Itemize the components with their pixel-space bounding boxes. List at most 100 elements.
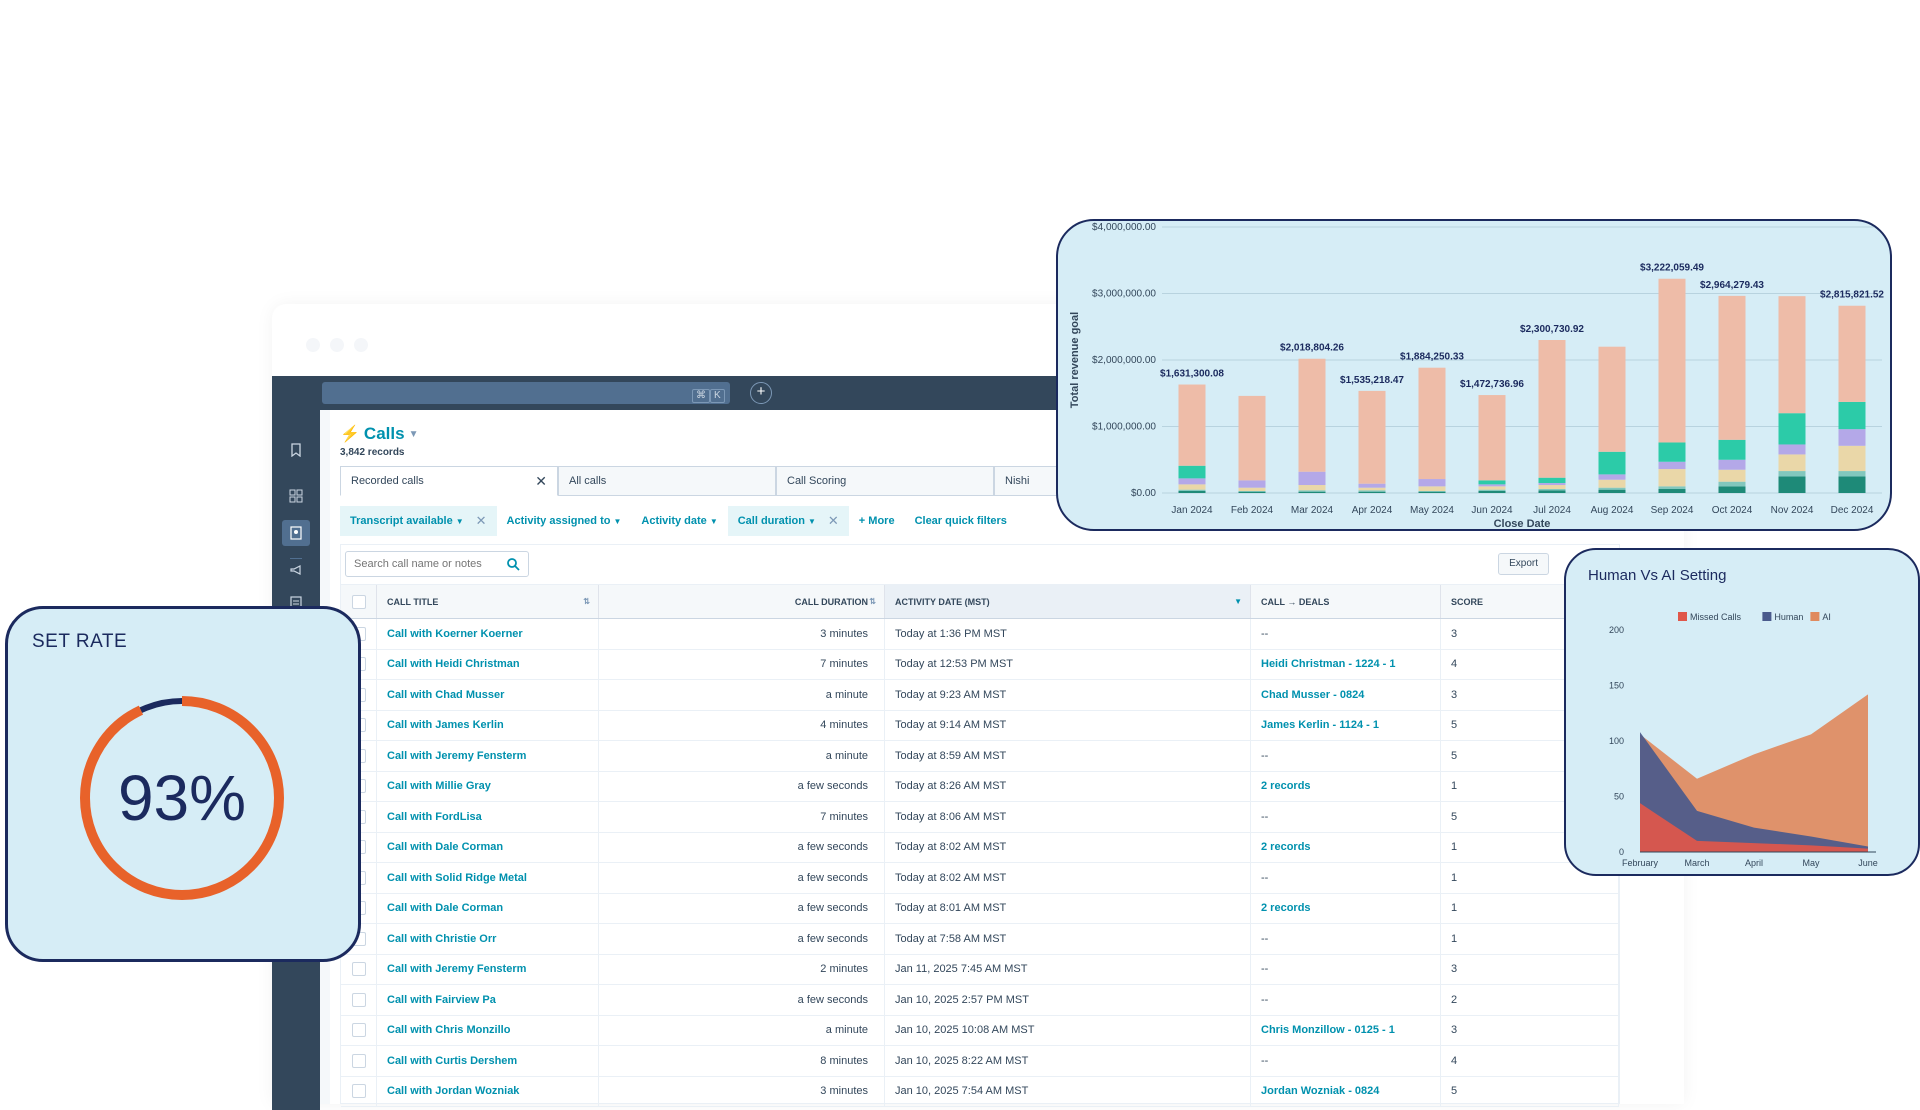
call-title-link[interactable]: Call with James Kerlin	[387, 719, 504, 731]
megaphone-icon[interactable]	[286, 560, 306, 580]
export-button[interactable]: Export	[1498, 553, 1549, 575]
bar-segment[interactable]	[1418, 486, 1446, 492]
remove-filter-icon[interactable]: ✕	[828, 513, 839, 529]
window-zoom-dot[interactable]	[354, 338, 368, 352]
bar-segment[interactable]	[1178, 489, 1206, 492]
search-icon[interactable]	[506, 557, 520, 571]
bar-segment[interactable]	[1598, 474, 1626, 480]
bar-segment[interactable]	[1538, 485, 1566, 490]
deal-link[interactable]: Heidi Christman - 1224 - 1	[1261, 658, 1396, 670]
bar-segment[interactable]	[1178, 465, 1206, 479]
tab-recorded-calls[interactable]: Recorded calls ✕	[340, 466, 558, 496]
call-title-link[interactable]: Call with Dale Corman	[387, 841, 503, 853]
bar-segment[interactable]	[1238, 487, 1266, 492]
remove-filter-icon[interactable]: ✕	[476, 513, 487, 529]
call-title-link[interactable]: Call with Fairview Pa	[387, 994, 496, 1006]
bar-segment[interactable]	[1478, 491, 1506, 493]
call-title-link[interactable]: Call with Chris Monzillo	[387, 1024, 510, 1036]
table-row[interactable]: Call with Christie Orr a few seconds Today…	[341, 924, 1619, 955]
bar-segment[interactable]	[1418, 491, 1446, 493]
clear-quick-filters-button[interactable]: Clear quick filters	[905, 506, 1017, 536]
search-input[interactable]	[346, 552, 496, 576]
bar-segment[interactable]	[1778, 413, 1806, 445]
bar-segment[interactable]	[1238, 491, 1266, 492]
bar-segment[interactable]	[1178, 478, 1206, 485]
table-row[interactable]: Call with Chad Musser a minute Today at 9:…	[341, 680, 1619, 711]
close-icon[interactable]: ✕	[535, 473, 547, 490]
bar-segment[interactable]	[1358, 491, 1386, 493]
bar-segment[interactable]	[1178, 484, 1206, 490]
row-checkbox[interactable]	[351, 1053, 366, 1068]
contacts-icon[interactable]	[282, 520, 310, 546]
bar-segment[interactable]	[1838, 476, 1866, 493]
bar-segment[interactable]	[1238, 480, 1266, 488]
filter-call-duration[interactable]: Call duration ▼ ✕	[727, 506, 849, 536]
sort-icon[interactable]: ⇅	[869, 597, 876, 606]
bar-segment[interactable]	[1838, 401, 1866, 430]
bar-segment[interactable]	[1598, 489, 1626, 493]
window-minimize-dot[interactable]	[330, 338, 344, 352]
bar-segment[interactable]	[1238, 395, 1266, 481]
bar-segment[interactable]	[1418, 367, 1446, 480]
table-row[interactable]: Call with Jordan Wozniak 3 minutes Jan 10,…	[341, 1076, 1619, 1107]
deal-link[interactable]: James Kerlin - 1124 - 1	[1261, 719, 1379, 731]
bar-segment[interactable]	[1538, 477, 1566, 484]
table-row[interactable]: Call with Heidi Christman 7 minutes Today …	[341, 649, 1619, 680]
column-call-title[interactable]: Call title ⇅	[377, 585, 599, 618]
table-row[interactable]: Call with James Kerlin 4 minutes Today at …	[341, 710, 1619, 741]
bar-segment[interactable]	[1358, 487, 1386, 491]
bar-segment[interactable]	[1298, 490, 1326, 492]
row-checkbox[interactable]	[351, 1023, 366, 1038]
bar-segment[interactable]	[1358, 483, 1386, 488]
table-row[interactable]: Call with Curtis Dershem 8 minutes Jan 10,…	[341, 1046, 1619, 1077]
bar-segment[interactable]	[1718, 481, 1746, 487]
call-title-link[interactable]: Call with Solid Ridge Metal	[387, 872, 527, 884]
bar-segment[interactable]	[1838, 445, 1866, 472]
bar-segment[interactable]	[1598, 451, 1626, 475]
quick-create-button[interactable]: +	[750, 382, 772, 404]
bar-segment[interactable]	[1658, 442, 1686, 462]
bar-segment[interactable]	[1838, 471, 1866, 477]
bar-segment[interactable]	[1358, 390, 1386, 484]
bar-segment[interactable]	[1598, 346, 1626, 452]
table-row[interactable]: Call with FordLisa 7 minutes Today at 8:06…	[341, 802, 1619, 833]
bar-segment[interactable]	[1718, 459, 1746, 470]
bar-segment[interactable]	[1658, 469, 1686, 487]
bar-segment[interactable]	[1658, 489, 1686, 493]
bar-segment[interactable]	[1778, 454, 1806, 472]
bar-segment[interactable]	[1298, 471, 1326, 486]
table-row[interactable]: Call with Dale Corman a few seconds Today …	[341, 893, 1619, 924]
tab-call-scoring[interactable]: Call Scoring	[776, 466, 994, 496]
table-row[interactable]: Call with Chris Monzillo a minute Jan 10, …	[341, 1015, 1619, 1046]
filter-transcript-available[interactable]: Transcript available ▼ ✕	[340, 506, 497, 536]
bar-segment[interactable]	[1478, 484, 1506, 487]
tab-all-calls[interactable]: All calls	[558, 466, 776, 496]
bar-segment[interactable]	[1478, 480, 1506, 485]
filter-activity-date[interactable]: Activity date ▼	[631, 506, 727, 536]
bar-segment[interactable]	[1478, 486, 1506, 490]
column-call-duration[interactable]: Call duration ⇅	[599, 585, 885, 618]
table-row[interactable]: Call with Millie Gray a few seconds Today …	[341, 771, 1619, 802]
bar-segment[interactable]	[1838, 429, 1866, 446]
bar-segment[interactable]	[1658, 486, 1686, 490]
bar-segment[interactable]	[1658, 461, 1686, 470]
deal-link[interactable]: 2 records	[1261, 780, 1311, 792]
bar-segment[interactable]	[1658, 278, 1686, 443]
bar-segment[interactable]	[1478, 489, 1506, 492]
bar-segment[interactable]	[1778, 444, 1806, 455]
bar-segment[interactable]	[1418, 479, 1446, 487]
column-call-deals[interactable]: Call → Deals	[1251, 585, 1441, 618]
call-title-link[interactable]: Call with Heidi Christman	[387, 658, 520, 670]
call-title-link[interactable]: Call with Christie Orr	[387, 933, 496, 945]
bar-segment[interactable]	[1778, 296, 1806, 414]
table-row[interactable]: Call with Koerner Koerner 3 minutes Today …	[341, 619, 1619, 650]
call-title-link[interactable]: Call with Jeremy Fensterm	[387, 750, 526, 762]
deal-link[interactable]: Chad Musser - 0824	[1261, 689, 1364, 701]
bar-segment[interactable]	[1538, 340, 1566, 478]
deal-link[interactable]: 2 records	[1261, 902, 1311, 914]
table-row[interactable]: Call with Solid Ridge Metal a few seconds…	[341, 863, 1619, 894]
sort-icon[interactable]: ⇅	[583, 597, 590, 606]
bar-segment[interactable]	[1178, 491, 1206, 493]
bar-segment[interactable]	[1418, 491, 1446, 492]
table-row[interactable]: Call with Dale Corman a few seconds Today …	[341, 832, 1619, 863]
